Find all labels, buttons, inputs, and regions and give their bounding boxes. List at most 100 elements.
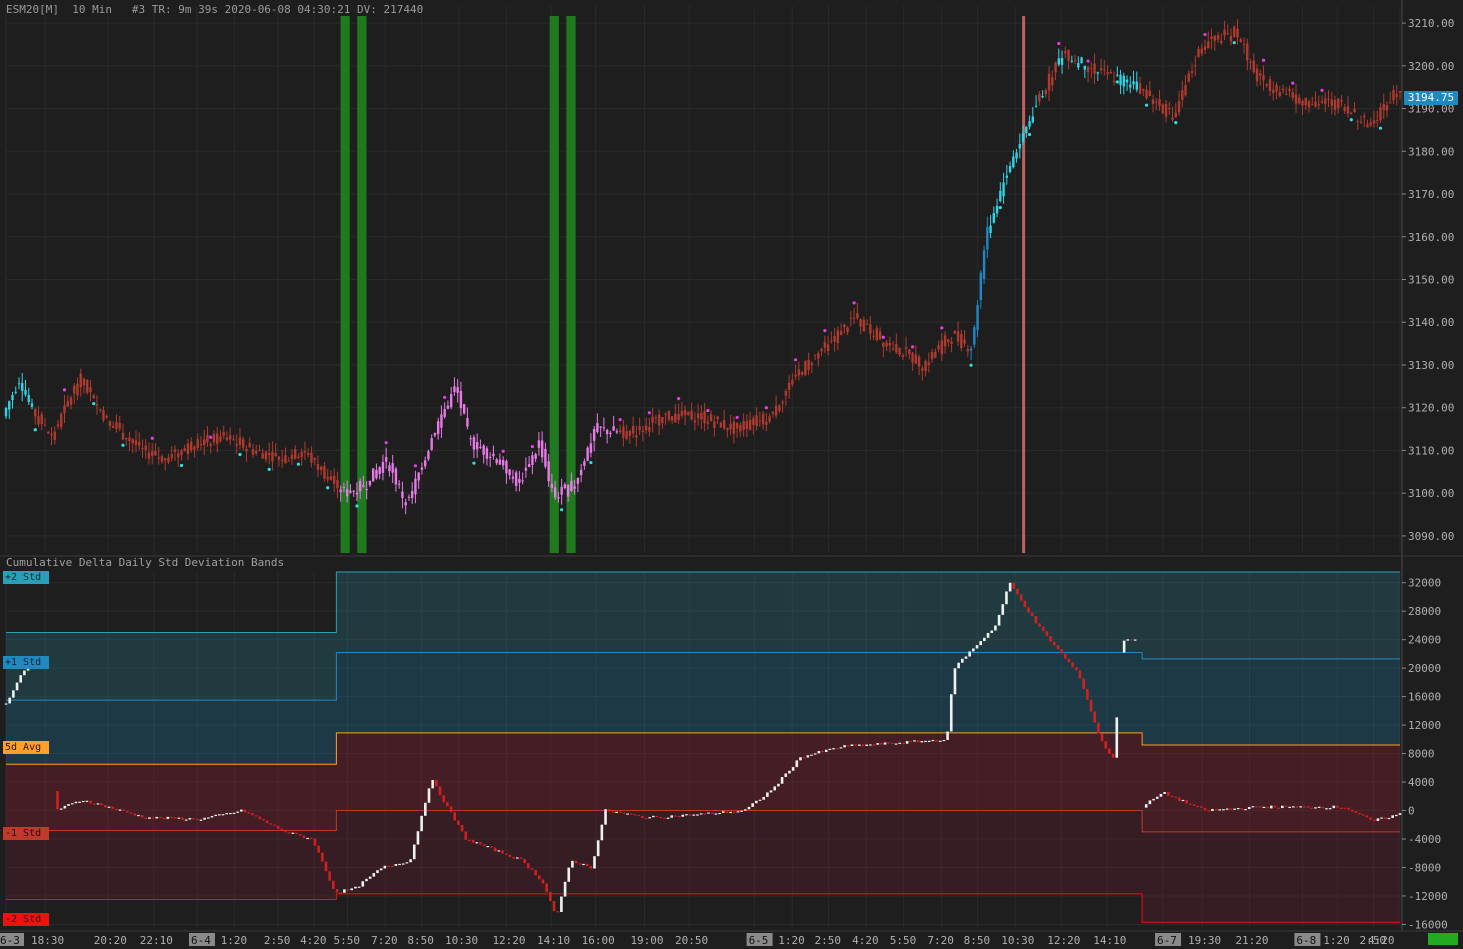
delta-bar — [802, 757, 806, 759]
delta-bar — [975, 645, 979, 649]
delta-bar — [181, 817, 184, 820]
delta-bar — [515, 857, 519, 859]
delta-bar — [317, 845, 320, 853]
candle-body — [1168, 108, 1171, 110]
candle-body — [739, 424, 742, 432]
candle-body — [836, 330, 840, 344]
delta-bar — [1200, 806, 1203, 808]
candle-body — [1018, 144, 1022, 149]
candle-body — [190, 441, 193, 451]
delta-bar — [1071, 662, 1074, 668]
delta-bar — [15, 682, 19, 691]
delta-bar — [1097, 722, 1100, 734]
delta-bar — [398, 863, 401, 866]
candle-body — [1155, 101, 1158, 103]
candle-body — [1145, 90, 1148, 98]
candle-body — [99, 409, 102, 411]
delta-bar — [1203, 807, 1207, 811]
delta-bar — [641, 815, 644, 819]
delta-bar — [210, 816, 214, 818]
candle-body — [1330, 99, 1333, 106]
day-label-text: 6-5 — [749, 934, 769, 947]
delta-bar — [192, 817, 195, 820]
candle-body — [1203, 46, 1207, 50]
delta-bar — [346, 889, 350, 891]
delta-bar — [710, 812, 714, 815]
signal-dot — [1144, 103, 1149, 107]
delta-bar — [361, 881, 365, 887]
candle-body — [742, 420, 745, 430]
candle-body — [843, 324, 846, 328]
candle-body — [1239, 39, 1242, 42]
candle-body — [1051, 77, 1054, 86]
delta-bar — [835, 748, 839, 750]
band-label-minus1: -1 Std — [3, 827, 49, 840]
delta-bar — [1310, 807, 1314, 809]
candle-body — [319, 466, 323, 471]
delta-bar — [821, 751, 824, 753]
candle-body — [203, 439, 206, 445]
delta-bar — [1008, 582, 1012, 592]
candle-body — [609, 432, 612, 435]
delta-bar — [957, 662, 960, 669]
delta-bar — [604, 809, 607, 825]
candle-body — [973, 327, 976, 345]
delta-bar — [703, 813, 707, 815]
candle-body — [73, 385, 76, 394]
candle-body — [830, 340, 833, 342]
candle-body — [1008, 166, 1012, 173]
delta-bar — [806, 755, 810, 758]
candle-body — [1077, 63, 1080, 68]
candle-body — [800, 371, 804, 375]
delta-bar — [412, 844, 416, 860]
time-label-text: 4:20 — [852, 934, 879, 947]
time-label: 4:20 — [1368, 934, 1395, 947]
candle-body — [654, 417, 658, 419]
candle-body — [1207, 41, 1210, 49]
signal-dot — [560, 508, 564, 512]
status-indicator — [1428, 933, 1458, 945]
candle-body — [229, 435, 232, 440]
time-label-text: 14:10 — [1093, 934, 1126, 947]
delta-bar — [552, 900, 556, 912]
delta-bar — [633, 814, 637, 816]
delta-bar — [648, 817, 651, 819]
candle-body — [1041, 96, 1044, 98]
delta-bar — [1207, 810, 1211, 812]
candle-body — [112, 425, 115, 428]
vertical-marker — [1022, 16, 1026, 553]
delta-bar — [81, 800, 85, 803]
delta-bar — [788, 770, 791, 774]
candle-body — [1021, 133, 1025, 142]
delta-tick-label: 8000 — [1408, 748, 1435, 761]
time-label: 8:50 — [407, 934, 434, 947]
signal-dot — [998, 205, 1002, 210]
delta-bar — [258, 816, 262, 820]
chart-canvas[interactable]: 3090.00 3100.00 3110.00 3120.00 3130.00 3140.… — [0, 0, 1463, 949]
candle-body — [631, 426, 635, 434]
candle-body — [921, 368, 924, 371]
delta-bar — [1350, 809, 1354, 812]
candle-body — [1262, 75, 1265, 81]
candle-body — [381, 462, 385, 473]
delta-bar — [876, 743, 880, 745]
delta-tick-label: 20000 — [1408, 662, 1441, 675]
candle-body — [365, 489, 368, 491]
candle-body — [209, 443, 212, 446]
delta-bar — [843, 745, 846, 748]
candle-body — [1119, 74, 1122, 86]
candle-body — [11, 394, 14, 401]
candle-body — [1151, 99, 1155, 105]
delta-bar — [416, 831, 420, 845]
candle-body — [882, 342, 885, 347]
delta-bar — [1038, 623, 1041, 627]
delta-tick-label: -8000 — [1408, 861, 1441, 874]
delta-bar — [1277, 807, 1280, 809]
delta-tick-label: 32000 — [1408, 577, 1441, 590]
candle-body — [1125, 79, 1129, 83]
delta-bar — [571, 860, 574, 868]
candle-body — [1122, 75, 1125, 87]
delta-bar — [56, 791, 59, 810]
delta-bar — [909, 741, 913, 743]
delta-bar — [1240, 808, 1244, 810]
